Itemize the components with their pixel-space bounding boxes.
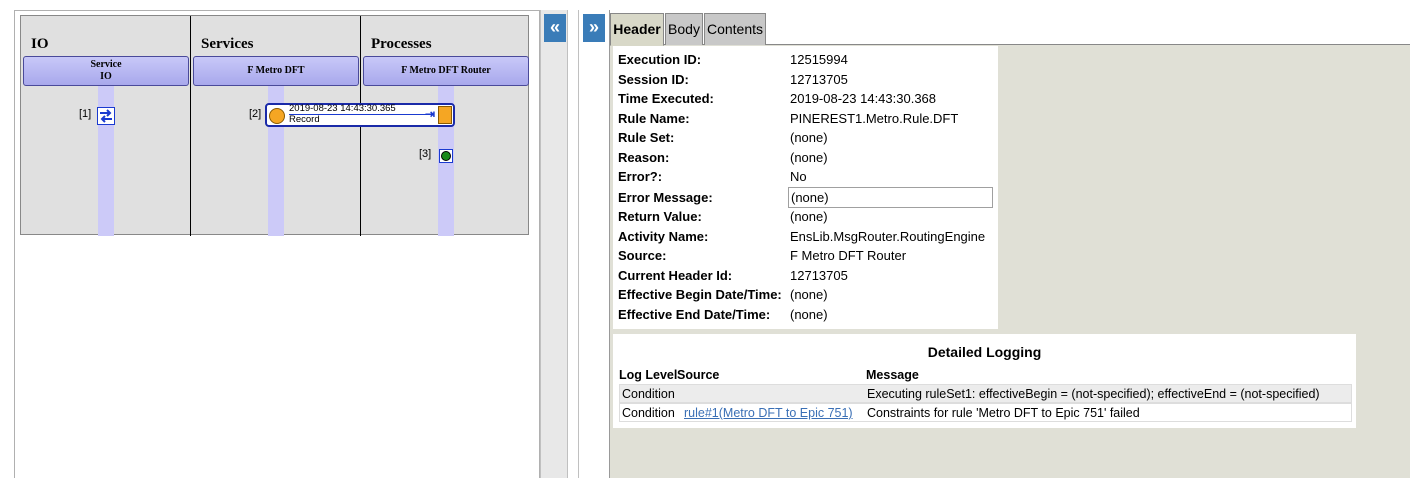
row-reason: Reason: (none) <box>618 148 828 167</box>
detailed-logging-section: Detailed Logging Log Level Source Messag… <box>613 334 1356 428</box>
message-arrow-line <box>289 114 433 115</box>
field-label: Execution ID: <box>618 52 702 67</box>
field-value: 12713705 <box>790 71 848 87</box>
sequence-diagram: IO Service IO [1] Services F Metro DFT [… <box>20 15 529 236</box>
field-label: Rule Set: <box>618 130 675 145</box>
header-line: Service <box>90 59 122 70</box>
field-label: Effective End Date/Time: <box>618 306 771 322</box>
field-label: Rule Name: <box>618 110 690 126</box>
item-index: [1] <box>79 108 92 120</box>
field-label: Time Executed: <box>618 91 714 106</box>
col-message: Message <box>866 368 919 382</box>
message-record[interactable]: 2019-08-23 14:43:30.365 Record ⇥ <box>265 103 455 127</box>
row-rule-name: Rule Name: PINEREST1.Metro.Rule.DFT <box>618 109 958 128</box>
field-label: Session ID: <box>618 71 689 87</box>
row-time-executed: Time Executed: 2019-08-23 14:43:30.368 <box>618 89 936 108</box>
log-row: Condition Executing ruleSet1: effectiveB… <box>619 384 1352 403</box>
field-label: Current Header Id: <box>618 267 733 283</box>
field-label: Effective Begin Date/Time: <box>618 287 782 302</box>
tab-contents[interactable]: Contents <box>704 13 766 45</box>
collapse-left-button[interactable]: « <box>544 14 566 42</box>
log-message: Constraints for rule 'Metro DFT to Epic … <box>867 406 1140 420</box>
field-value: EnsLib.MsgRouter.RoutingEngine <box>790 228 986 244</box>
column-header-service-io[interactable]: Service IO <box>23 56 189 86</box>
field-value: (none) <box>790 209 828 224</box>
details-panel: Header Body Contents Execution ID: 125159… <box>609 10 1410 478</box>
field-value: (none) <box>790 149 828 165</box>
log-level: Condition <box>622 406 675 420</box>
column-title: Processes <box>371 36 432 52</box>
header-details-table: Execution ID: 12515994 Session ID: 1271370… <box>613 46 998 329</box>
field-value: (none) <box>790 287 828 302</box>
column-io: IO Service IO [1] <box>21 16 191 236</box>
trace-diagram-panel: IO Service IO [1] Services F Metro DFT [… <box>14 10 540 478</box>
tab-bar: Header Body Contents <box>610 10 1410 46</box>
field-value: 2019-08-23 14:43:30.368 <box>790 91 937 106</box>
header-line: F Metro DFT <box>247 65 305 76</box>
log-level: Condition <box>622 387 675 401</box>
field-value: PINEREST1.Metro.Rule.DFT <box>790 110 959 126</box>
row-source: Source: F Metro DFT Router <box>618 246 906 265</box>
field-label: Error?: <box>618 169 663 184</box>
column-title: Services <box>201 36 254 52</box>
field-value: (none) <box>790 130 828 145</box>
header-line: F Metro DFT Router <box>401 65 491 76</box>
message-timestamp: 2019-08-23 14:43:30.365 <box>289 103 396 114</box>
row-session-id: Session ID: 12713705 <box>618 70 848 89</box>
panel-splitter: « <box>540 10 568 478</box>
error-message-field[interactable]: (none) <box>788 186 993 208</box>
column-header-f-metro-dft[interactable]: F Metro DFT <box>193 56 359 86</box>
field-value: No <box>790 169 807 184</box>
column-header-f-metro-dft-router[interactable]: F Metro DFT Router <box>363 56 529 86</box>
rule-link[interactable]: rule#1(Metro DFT to Epic 751) <box>684 404 853 423</box>
logging-header-row: Log Level Source Message <box>619 366 1352 384</box>
tab-header[interactable]: Header <box>610 13 664 46</box>
field-value: (none) <box>790 306 828 322</box>
message-target-box <box>438 106 452 124</box>
green-dot-icon[interactable] <box>439 149 453 163</box>
row-rule-set: Rule Set: (none) <box>618 128 828 147</box>
arrow-head-icon: ⇥ <box>425 107 436 121</box>
log-row: Condition rule#1(Metro DFT to Epic 751) … <box>619 403 1352 422</box>
message-source-dot <box>269 108 285 124</box>
field-label: Return Value: <box>618 209 702 224</box>
row-effective-begin: Effective Begin Date/Time: (none) <box>618 285 828 304</box>
field-label: Error Message: <box>618 189 713 205</box>
row-return-value: Return Value: (none) <box>618 207 828 226</box>
tab-body[interactable]: Body <box>665 13 703 45</box>
field-value: F Metro DFT Router <box>790 248 907 263</box>
row-effective-end: Effective End Date/Time: (none) <box>618 305 828 324</box>
message-type: Record <box>289 114 320 125</box>
col-log-level: Log Level <box>619 368 678 382</box>
field-label: Reason: <box>618 149 670 165</box>
item-index: [3] <box>419 148 432 160</box>
field-value: 12713705 <box>790 267 848 283</box>
expand-right-button[interactable]: » <box>583 14 605 42</box>
col-source: Source <box>677 368 720 382</box>
field-label: Source: <box>618 248 667 263</box>
header-line: IO <box>100 71 112 82</box>
row-current-header-id: Current Header Id: 12713705 <box>618 266 848 285</box>
field-label: Activity Name: <box>618 228 709 244</box>
column-title: IO <box>31 36 49 52</box>
item-index: [2] <box>249 108 262 120</box>
logging-title: Detailed Logging <box>927 344 1042 360</box>
log-message: Executing ruleSet1: effectiveBegin = (no… <box>867 387 1320 401</box>
row-execution-id: Execution ID: 12515994 <box>618 50 848 69</box>
row-error-message: Error Message: (none) <box>618 186 993 208</box>
row-activity-name: Activity Name: EnsLib.MsgRouter.RoutingEn… <box>618 227 985 246</box>
field-value: 12515994 <box>790 52 848 67</box>
row-error: Error?: No <box>618 167 807 186</box>
swap-arrows-icon[interactable] <box>97 107 115 125</box>
right-gutter: » <box>578 10 609 478</box>
